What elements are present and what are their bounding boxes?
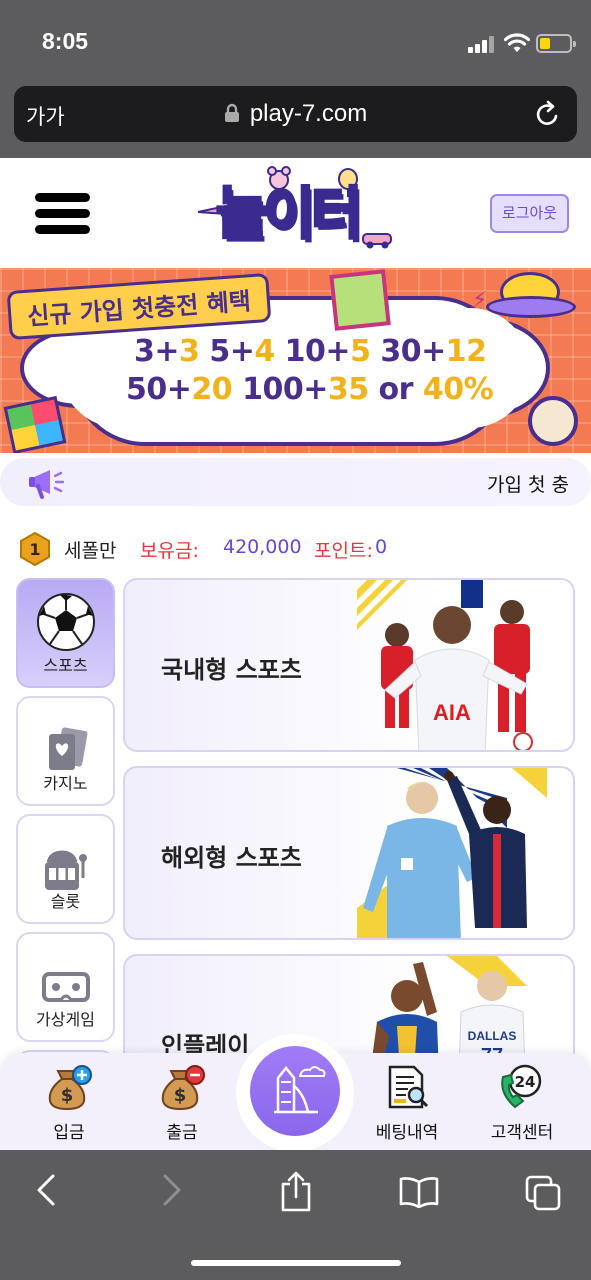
- promo-banner[interactable]: ✦ ⚡ 신규 가입 첫충전 혜택 3+3 5+4 10+5 30+12 50+2…: [0, 268, 591, 453]
- gift-box-icon: [329, 269, 391, 331]
- notice-text: 가입 첫 충: [487, 474, 569, 496]
- points-label: 포인트:: [314, 540, 373, 562]
- battery-icon: [536, 34, 576, 53]
- category-label: 가상게임: [36, 1010, 95, 1029]
- toy-car-icon: [362, 233, 392, 249]
- status-time: 8:05: [42, 28, 89, 54]
- promo-deposit-value: 30+: [370, 334, 446, 369]
- promo-deposit-value: or: [368, 372, 423, 407]
- share-icon[interactable]: [279, 1170, 313, 1212]
- withdraw-money-bag-icon: $: [161, 1065, 205, 1111]
- deposit-money-bag-icon: $: [48, 1065, 92, 1111]
- tabs-icon[interactable]: [524, 1174, 562, 1212]
- username: 세폴만: [64, 540, 117, 562]
- compass-icon: [528, 396, 578, 446]
- wifi-icon: [504, 33, 530, 52]
- football-stars-image: [357, 768, 547, 938]
- menu-icon[interactable]: [35, 193, 90, 235]
- category-virtual-games[interactable]: 가상게임: [16, 932, 115, 1042]
- promo-bonus-value: 12: [445, 334, 487, 369]
- megaphone-icon: [29, 470, 65, 499]
- home-playground-button[interactable]: [250, 1046, 340, 1136]
- url-display[interactable]: play-7.com: [14, 100, 577, 128]
- category-label: 스포츠: [43, 656, 88, 675]
- balance-value: 420,000: [223, 536, 302, 558]
- promo-bonus-value: 4: [254, 334, 275, 369]
- promo-bonus-value: 3: [179, 334, 200, 369]
- nav-label: 입금: [53, 1123, 85, 1143]
- rubiks-cube-icon: [3, 395, 67, 453]
- web-page: 놀이터 로그아웃 ✦ ⚡ 신규 가입 첫충전 혜택 3+3 5+4 10+5 3…: [0, 158, 591, 1150]
- promo-bonus-value: 20: [191, 372, 233, 407]
- category-label: 카지노: [43, 774, 88, 793]
- promo-deposit-value: 100+: [232, 372, 328, 407]
- category-label: 슬롯: [50, 892, 81, 911]
- betting-history-icon: [388, 1065, 429, 1109]
- cellular-signal-icon: [468, 35, 494, 53]
- svg-text:$: $: [174, 1085, 187, 1106]
- nav-label: 고객센터: [490, 1123, 554, 1143]
- soccer-ball-icon: [36, 593, 95, 651]
- notice-marquee[interactable]: 가입 첫 충: [0, 458, 591, 506]
- customer-center-button[interactable]: 24 고객센터: [467, 1053, 577, 1150]
- promo-bonus-value: 35: [327, 372, 369, 407]
- lock-icon: [224, 103, 239, 122]
- promo-deposit-value: 50+: [126, 372, 192, 407]
- svg-text:DALLAS: DALLAS: [468, 1029, 517, 1043]
- withdraw-button[interactable]: $ 출금: [127, 1053, 237, 1150]
- promo-rates-line-2: 50+20 100+35 or 40%: [126, 372, 494, 407]
- game-card-overseas-sports[interactable]: 해외형 스포츠: [123, 766, 575, 940]
- reload-icon[interactable]: [535, 100, 561, 128]
- category-slot[interactable]: 슬롯: [16, 814, 115, 924]
- svg-text:AIA: AIA: [433, 700, 471, 725]
- promo-deposit-value: 10+: [274, 334, 351, 369]
- points-value: 0: [375, 536, 388, 558]
- game-card-title: 국내형 스포츠: [161, 656, 302, 684]
- playing-cards-icon: [48, 727, 87, 770]
- playground-slide-icon: [274, 1065, 326, 1114]
- category-sports[interactable]: 스포츠: [16, 578, 115, 688]
- customer-center-24-icon: 24: [501, 1064, 542, 1109]
- url-text: play-7.com: [249, 100, 368, 127]
- forward-icon[interactable]: [160, 1172, 184, 1208]
- logo-text: 놀이터: [215, 181, 365, 249]
- category-casino[interactable]: 카지노: [16, 696, 115, 806]
- site-logo[interactable]: 놀이터: [196, 166, 396, 261]
- lightning-icon: ⚡: [472, 288, 488, 313]
- promo-deposit-value: 3+: [134, 334, 180, 369]
- promo-bonus-value: 40%: [422, 372, 494, 407]
- balance-label: 보유금:: [140, 540, 199, 562]
- vr-headset-icon: [41, 972, 90, 1002]
- promo-deposit-value: 5+: [199, 334, 255, 369]
- status-bar: 8:05: [0, 0, 591, 80]
- bookmarks-icon[interactable]: [398, 1176, 440, 1208]
- logout-button[interactable]: 로그아웃: [490, 194, 569, 233]
- level-badge-icon: 1: [20, 532, 50, 566]
- promo-bonus-value: 5: [350, 334, 371, 369]
- home-indicator: [191, 1260, 401, 1266]
- nav-label: 출금: [166, 1123, 198, 1143]
- game-card-title: 해외형 스포츠: [161, 844, 302, 872]
- betting-history-button[interactable]: 베팅내역: [352, 1053, 462, 1150]
- back-icon[interactable]: [34, 1172, 58, 1208]
- svg-text:$: $: [61, 1085, 74, 1106]
- deposit-button[interactable]: $ 입금: [14, 1053, 124, 1150]
- soccer-players-image: AIA: [357, 580, 533, 750]
- game-card-domestic-sports[interactable]: 국내형 스포츠 AIA: [123, 578, 575, 752]
- nav-label: 베팅내역: [375, 1123, 439, 1143]
- slot-machine-icon: [44, 850, 87, 890]
- level-number: 1: [29, 540, 40, 559]
- address-bar[interactable]: 가가 play-7.com: [14, 86, 577, 142]
- promo-rates-line-1: 3+3 5+4 10+5 30+12: [134, 334, 487, 369]
- svg-text:24: 24: [515, 1073, 536, 1091]
- site-header: 놀이터 로그아웃: [0, 158, 591, 268]
